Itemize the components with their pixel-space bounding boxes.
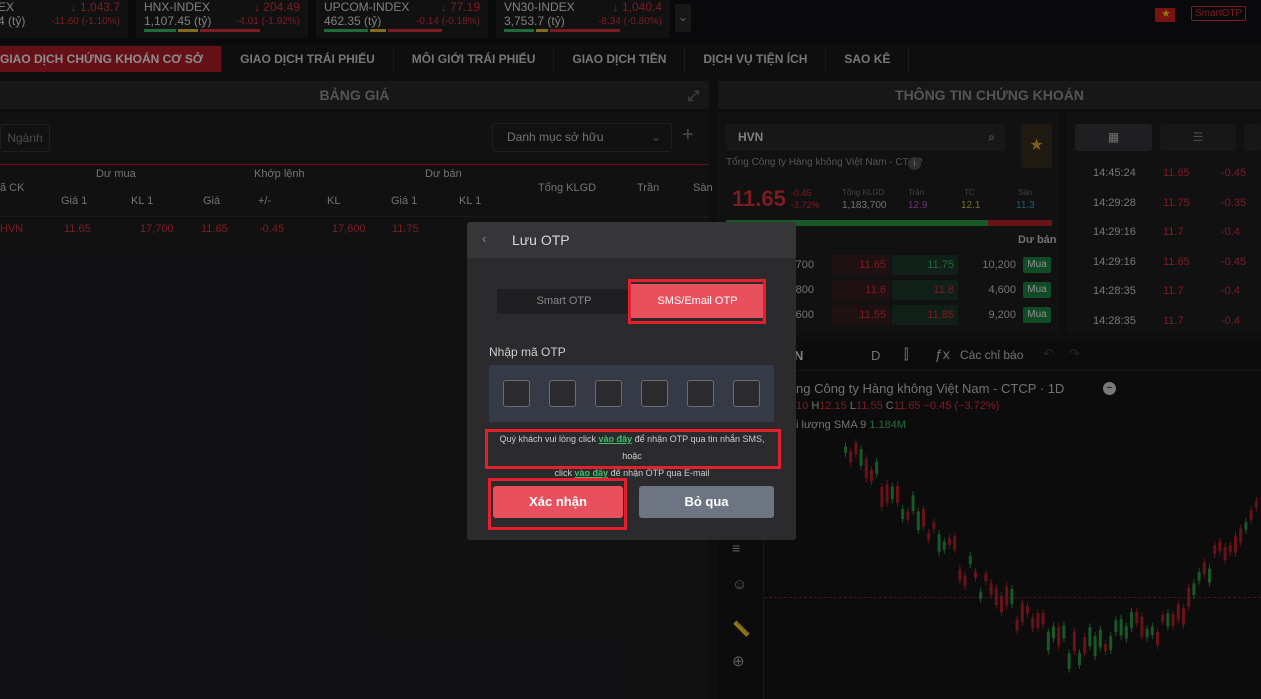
otp-digit-6[interactable] [733,380,760,407]
otp-digit-5[interactable] [687,380,714,407]
note-text-3: click [554,468,573,478]
otp-digit-4[interactable] [641,380,668,407]
skip-button[interactable]: Bỏ qua [639,486,774,518]
otp-digit-1[interactable] [503,380,530,407]
resend-email-link[interactable]: vào đây [575,468,609,478]
otp-input-area [489,365,774,422]
highlight-frame [628,279,766,324]
otp-modal: ‹ Lưu OTP Smart OTP SMS/Email OTP Nhập m… [467,222,796,540]
modal-title: Lưu OTP [512,232,570,248]
highlight-frame [488,478,627,530]
otp-input-label: Nhập mã OTP [489,345,566,359]
otp-digit-3[interactable] [595,380,622,407]
note-text-4: để nhận OTP qua E-mail [610,468,710,478]
smart-otp-tab[interactable]: Smart OTP [497,289,631,314]
highlight-frame [485,429,781,469]
otp-digit-2[interactable] [549,380,576,407]
back-icon[interactable]: ‹ [482,231,486,246]
